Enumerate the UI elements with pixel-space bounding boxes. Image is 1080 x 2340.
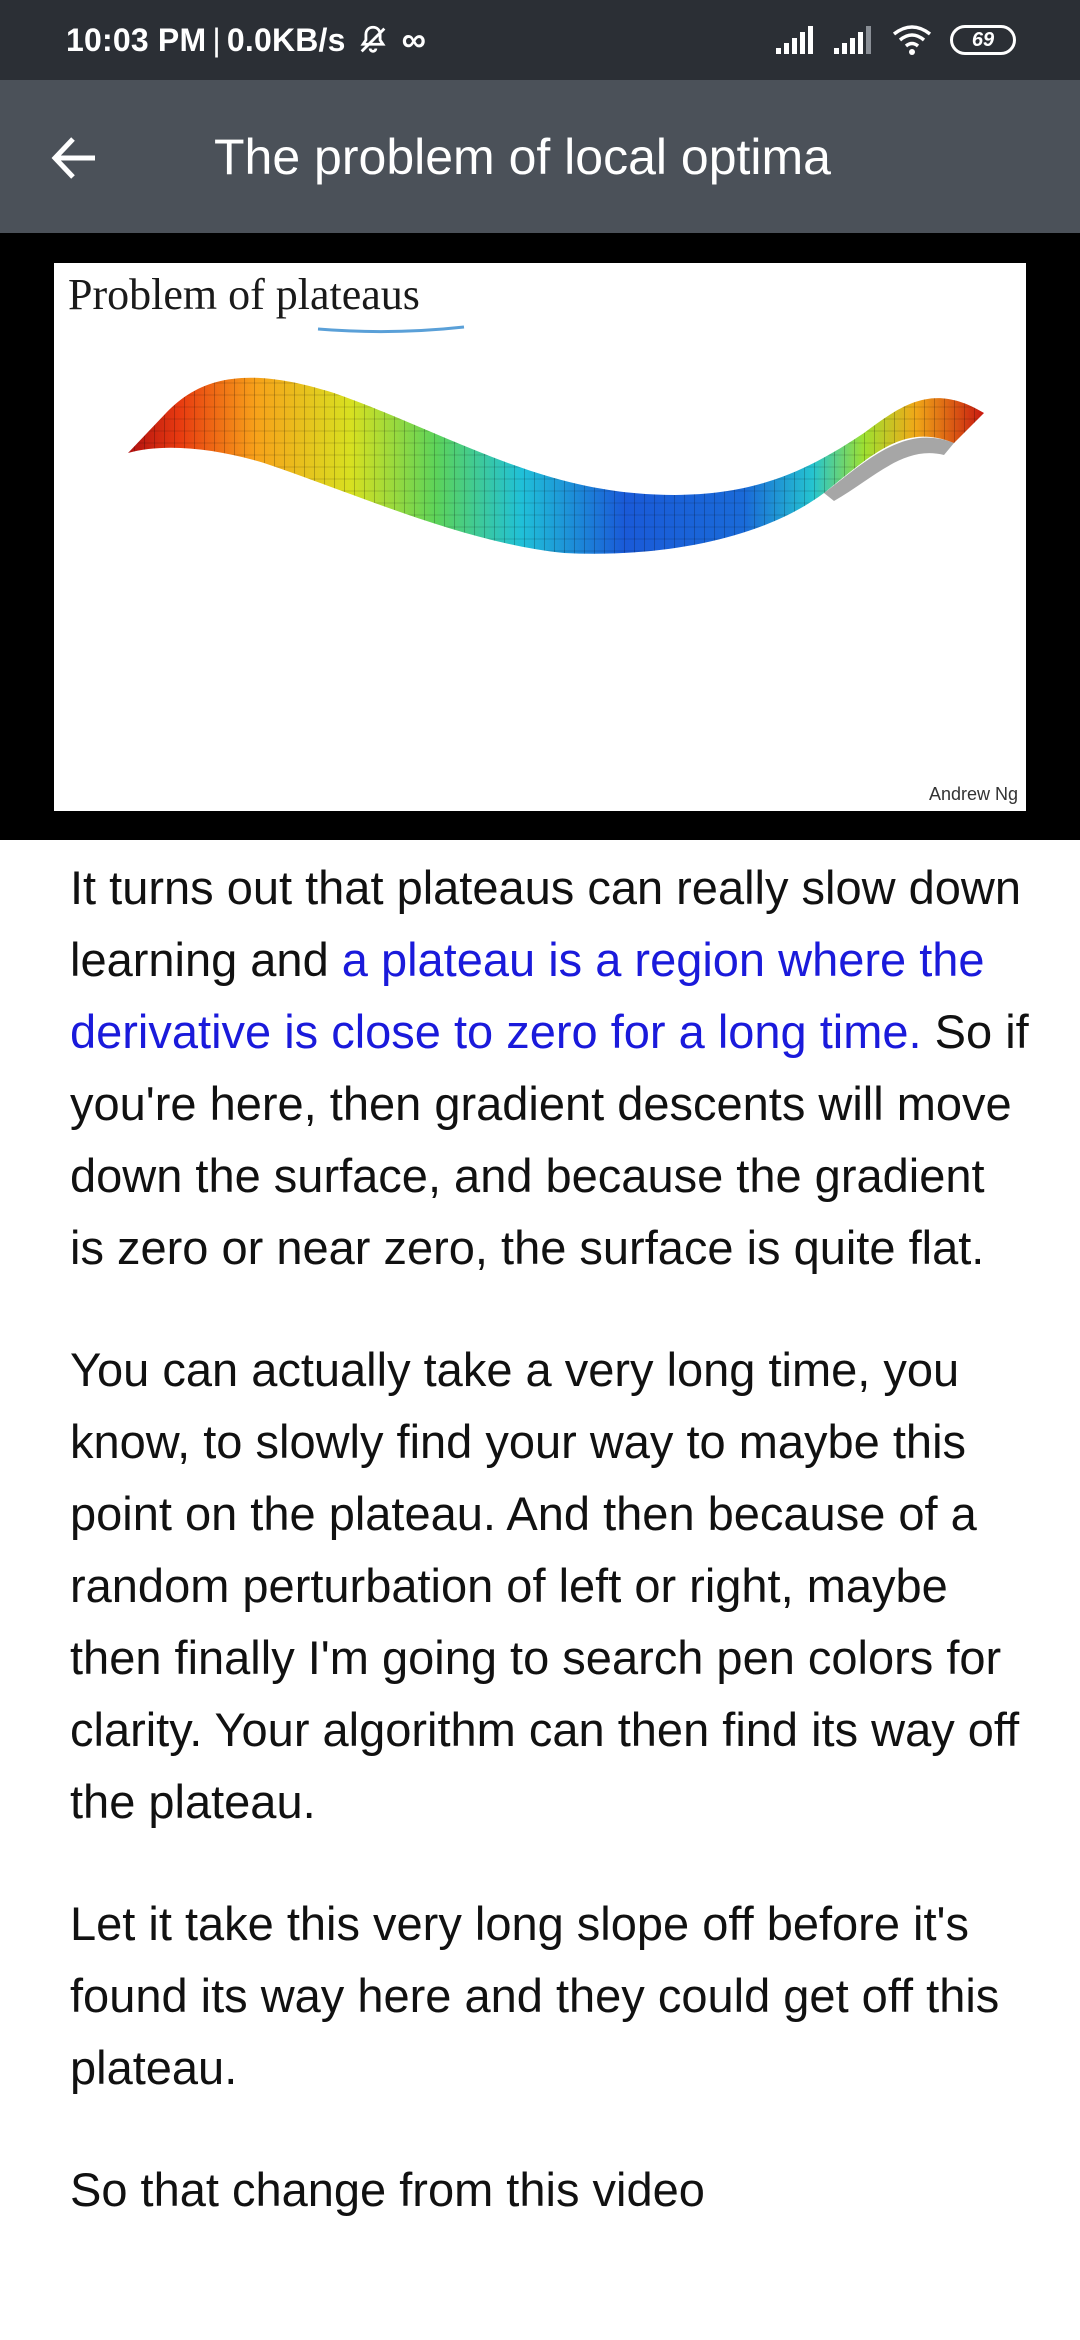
transcript-paragraph: It turns out that plateaus can really sl…: [70, 852, 1030, 1284]
status-time: 10:03 PM: [66, 21, 207, 58]
network-speed: 0.0KB/s: [226, 21, 346, 58]
transcript-paragraph[interactable]: Let it take this very long slope off bef…: [70, 1888, 1030, 2104]
slide-underline: [317, 325, 465, 334]
battery-level: 69: [971, 28, 995, 51]
app-bar: The problem of local optima: [0, 80, 1080, 233]
status-bar: 10:03 PM | 0.0KB/s ∞ 69: [0, 0, 1080, 80]
battery-icon: 69: [950, 25, 1016, 55]
video-player[interactable]: Problem of plateaus Andrew Ng: [0, 233, 1080, 840]
slide-title: Problem of plateaus: [68, 270, 420, 319]
lecture-slide: Problem of plateaus Andrew Ng: [54, 263, 1026, 811]
status-left: 10:03 PM | 0.0KB/s ∞: [66, 0, 426, 80]
slide-credit: Andrew Ng: [928, 784, 1018, 804]
mute-icon: [360, 25, 386, 53]
transcript-paragraph[interactable]: You can actually take a very long time, …: [70, 1334, 1030, 1838]
status-right: 69: [776, 0, 1016, 80]
signal-icon: [776, 26, 813, 54]
back-button[interactable]: [36, 120, 112, 196]
transcript: It turns out that plateaus can really sl…: [70, 852, 1030, 2276]
wifi-icon: [892, 25, 932, 55]
signal-icon-2: [834, 26, 871, 54]
arrow-left-icon: [51, 137, 95, 179]
transcript-paragraph[interactable]: So that change from this video: [70, 2154, 1030, 2226]
status-separator: |: [212, 21, 221, 58]
page-title: The problem of local optima: [214, 128, 831, 185]
infinity-icon: ∞: [401, 20, 427, 59]
plateau-surface-image: [128, 377, 984, 554]
